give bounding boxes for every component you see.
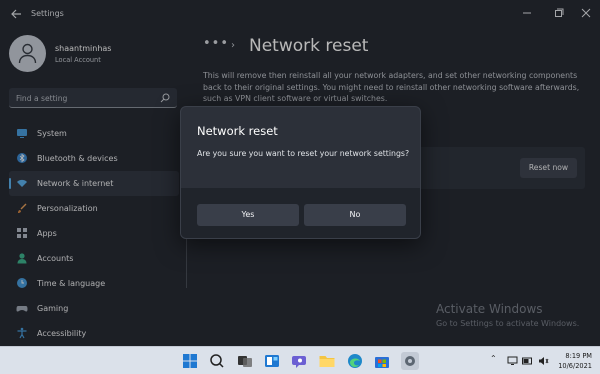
file-explorer-icon[interactable] xyxy=(318,352,336,370)
settings-gear-icon[interactable] xyxy=(401,352,419,370)
chevron-up-icon[interactable]: ⌃ xyxy=(490,354,497,364)
no-button[interactable]: No xyxy=(304,204,406,226)
edge-icon[interactable] xyxy=(346,352,364,370)
network-tray-icon[interactable] xyxy=(507,356,518,366)
speaker-icon[interactable] xyxy=(538,356,549,366)
settings-window: Settings shaantminhas Local Account Find… xyxy=(0,0,600,346)
clock-time: 8:19 PM xyxy=(565,352,592,360)
widgets-icon[interactable] xyxy=(263,352,281,370)
clock[interactable]: 8:19 PM 10/6/2021 xyxy=(558,351,592,371)
chat-icon[interactable] xyxy=(291,352,309,370)
search-icon[interactable] xyxy=(208,352,226,370)
battery-icon[interactable] xyxy=(522,356,533,366)
network-reset-dialog: Network reset Are you sure you want to r… xyxy=(180,106,421,239)
dialog-footer: Yes No xyxy=(181,188,420,238)
taskbar: ⌃ 8:19 PM 10/6/2021 xyxy=(0,346,600,374)
yes-button[interactable]: Yes xyxy=(197,204,299,226)
dialog-title: Network reset xyxy=(197,124,278,138)
task-view-icon[interactable] xyxy=(236,352,254,370)
dialog-message: Are you sure you want to reset your netw… xyxy=(197,149,410,158)
start-icon[interactable] xyxy=(181,352,199,370)
store-icon[interactable] xyxy=(373,352,391,370)
clock-date: 10/6/2021 xyxy=(558,362,592,370)
